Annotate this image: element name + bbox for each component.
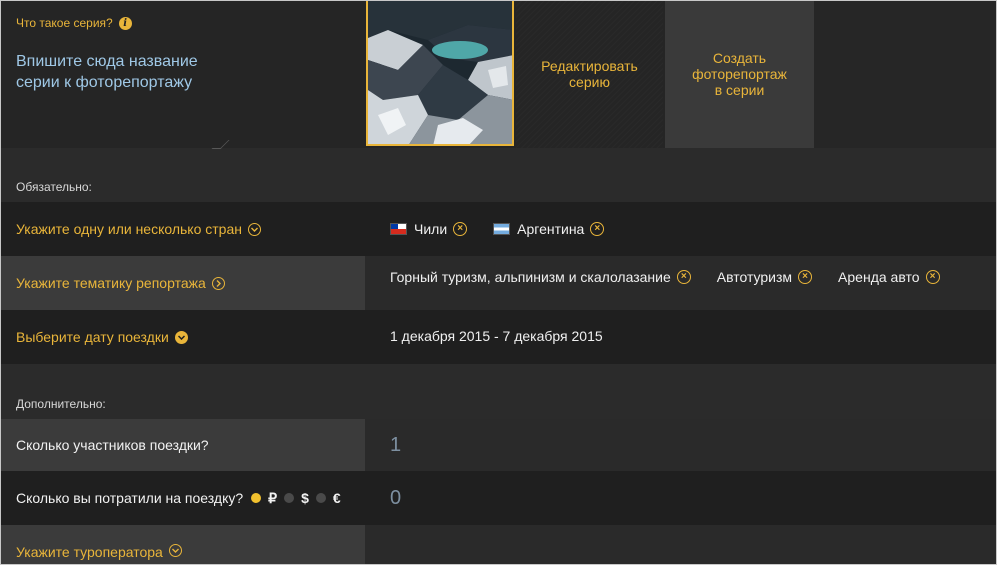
chevron-down-icon bbox=[247, 222, 261, 236]
country-tag: Аргентина × bbox=[493, 221, 605, 237]
participants-input[interactable]: 1 bbox=[365, 419, 997, 471]
optional-section-label: Дополнительно: bbox=[16, 397, 106, 411]
create-photoreport-button[interactable]: Создать фоторепортаж в серии bbox=[665, 0, 814, 148]
chile-flag-icon bbox=[390, 223, 407, 235]
edit-series-button[interactable]: Редактировать серию bbox=[516, 0, 663, 148]
participants-label-cell: Сколько участников поездки? bbox=[0, 419, 365, 471]
topics-selector[interactable]: Укажите тематику репортажа bbox=[0, 256, 365, 310]
chevron-right-icon bbox=[211, 276, 225, 290]
topic-tag-label: Автотуризм bbox=[716, 269, 793, 285]
remove-icon[interactable]: × bbox=[590, 222, 605, 236]
currency-usd-label: $ bbox=[301, 490, 309, 506]
spent-input[interactable]: 0 bbox=[365, 471, 997, 525]
chevron-down-icon bbox=[168, 544, 182, 557]
spent-label: Сколько вы потратили на поездку? bbox=[16, 490, 244, 506]
edit-series-label: Редактировать серию bbox=[541, 58, 638, 90]
countries-label: Укажите одну или несколько стран bbox=[16, 221, 242, 237]
series-cover-photo[interactable] bbox=[366, 0, 514, 146]
participants-value: 1 bbox=[390, 433, 402, 456]
chevron-down-icon bbox=[174, 330, 188, 344]
topic-tag: Автотуризм × bbox=[716, 269, 813, 285]
participants-label: Сколько участников поездки? bbox=[16, 437, 209, 453]
currency-eur-label: € bbox=[332, 490, 341, 506]
currency-radio-rub[interactable] bbox=[251, 493, 262, 503]
top-filler bbox=[814, 0, 997, 148]
spent-label-cell: Сколько вы потратили на поездку? ₽ $ € bbox=[0, 471, 365, 525]
topic-tag: Горный туризм, альпинизм и скалолазание … bbox=[390, 269, 691, 285]
topics-label: Укажите тематику репортажа bbox=[16, 275, 206, 291]
create-photoreport-label: Создать фоторепортаж в серии bbox=[692, 50, 787, 98]
date-selector[interactable]: Выберите дату поездки bbox=[0, 310, 365, 364]
remove-icon[interactable]: × bbox=[676, 270, 691, 284]
countries-selector[interactable]: Укажите одну или несколько стран bbox=[0, 202, 365, 256]
currency-selector: ₽ $ € bbox=[251, 490, 341, 507]
remove-icon[interactable]: × bbox=[798, 270, 813, 284]
topic-tag: Аренда авто × bbox=[838, 269, 940, 285]
date-value: 1 декабря 2015 - 7 декабря 2015 bbox=[390, 328, 603, 344]
currency-rub-label: ₽ bbox=[268, 489, 278, 506]
topics-values: Горный туризм, альпинизм и скалолазание … bbox=[365, 256, 997, 310]
operator-selector[interactable]: Укажите туроператора bbox=[0, 525, 365, 565]
currency-radio-eur[interactable] bbox=[315, 493, 326, 503]
country-tag-label: Чили bbox=[414, 221, 448, 237]
spent-value: 0 bbox=[390, 486, 402, 509]
required-section-label: Обязательно: bbox=[16, 180, 92, 194]
date-label: Выберите дату поездки bbox=[16, 329, 169, 345]
country-tag-label: Аргентина bbox=[517, 221, 585, 237]
what-is-series-label: Что такое серия? bbox=[16, 16, 113, 30]
countries-values: Чили × Аргентина × bbox=[365, 202, 997, 256]
currency-radio-usd[interactable] bbox=[284, 493, 295, 503]
argentina-flag-icon bbox=[493, 223, 511, 235]
info-icon[interactable]: i bbox=[118, 16, 132, 30]
operator-value-row bbox=[365, 525, 997, 565]
country-tag: Чили × bbox=[390, 221, 468, 237]
operator-label: Укажите туроператора bbox=[16, 544, 163, 560]
remove-icon[interactable]: × bbox=[925, 270, 940, 284]
topic-tag-label: Аренда авто bbox=[838, 269, 920, 285]
date-value-row: 1 декабря 2015 - 7 декабря 2015 bbox=[365, 310, 997, 364]
remove-icon[interactable]: × bbox=[453, 222, 468, 236]
series-name-input[interactable] bbox=[8, 45, 240, 159]
topic-tag-label: Горный туризм, альпинизм и скалолазание bbox=[390, 269, 671, 285]
what-is-series-link[interactable]: Что такое серия? i bbox=[16, 16, 132, 30]
